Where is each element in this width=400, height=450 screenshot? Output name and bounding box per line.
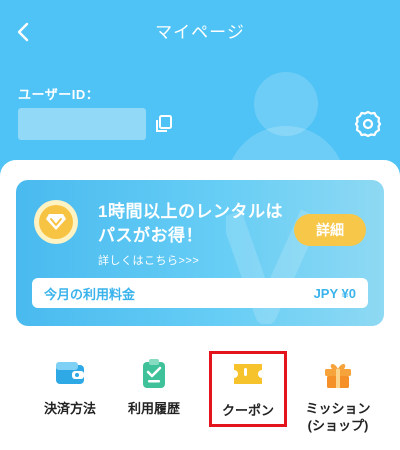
settings-button[interactable] [354, 110, 382, 138]
copy-icon [156, 115, 172, 132]
promo-headline: 1時間以上のレンタルは パスがお得！ [98, 200, 283, 248]
user-id-value [18, 108, 146, 140]
monthly-fee-bar: 今月の利用料金 JPY ¥0 [32, 278, 368, 308]
menu-item-mission-shop[interactable]: ミッション (ショップ) [288, 350, 388, 436]
copy-button[interactable] [154, 114, 174, 134]
promo-line-1: 1時間以上のレンタルは [98, 202, 283, 221]
gear-icon [354, 110, 382, 138]
details-button[interactable]: 詳細 [294, 214, 366, 246]
menu-item-coupon[interactable]: クーポン [198, 350, 298, 436]
header: マイページ ユーザーID： [0, 0, 400, 178]
promo-card[interactable]: 1時間以上のレンタルは パスがお得！ 詳しくはこちら>>> 詳細 今月の利用料金… [16, 180, 384, 326]
ticket-icon [234, 364, 262, 384]
promo-line-2: パスがお得！ [98, 226, 203, 245]
details-link[interactable]: 詳しくはこちら>>> [98, 252, 199, 268]
menu-label: クーポン [221, 403, 274, 418]
diamond-icon [46, 214, 66, 230]
page-title: マイページ [155, 23, 245, 42]
wallet-icon [56, 362, 84, 384]
monthly-fee-value: JPY ¥0 [313, 285, 356, 301]
user-id-label: ユーザーID： [18, 87, 100, 102]
menu-label: 利用履歴 [127, 401, 180, 416]
monthly-fee-label: 今月の利用料金 [44, 286, 136, 302]
clipboard-icon [143, 359, 165, 388]
promo-badge [34, 200, 78, 244]
menu-item-usage-history[interactable]: 利用履歴 [104, 350, 204, 436]
gift-icon [325, 364, 351, 388]
menu-label: ミッション (ショップ) [305, 401, 371, 433]
menu-grid: 決済方法 利用履歴 クーポン ミッション (ショップ) [0, 350, 400, 450]
